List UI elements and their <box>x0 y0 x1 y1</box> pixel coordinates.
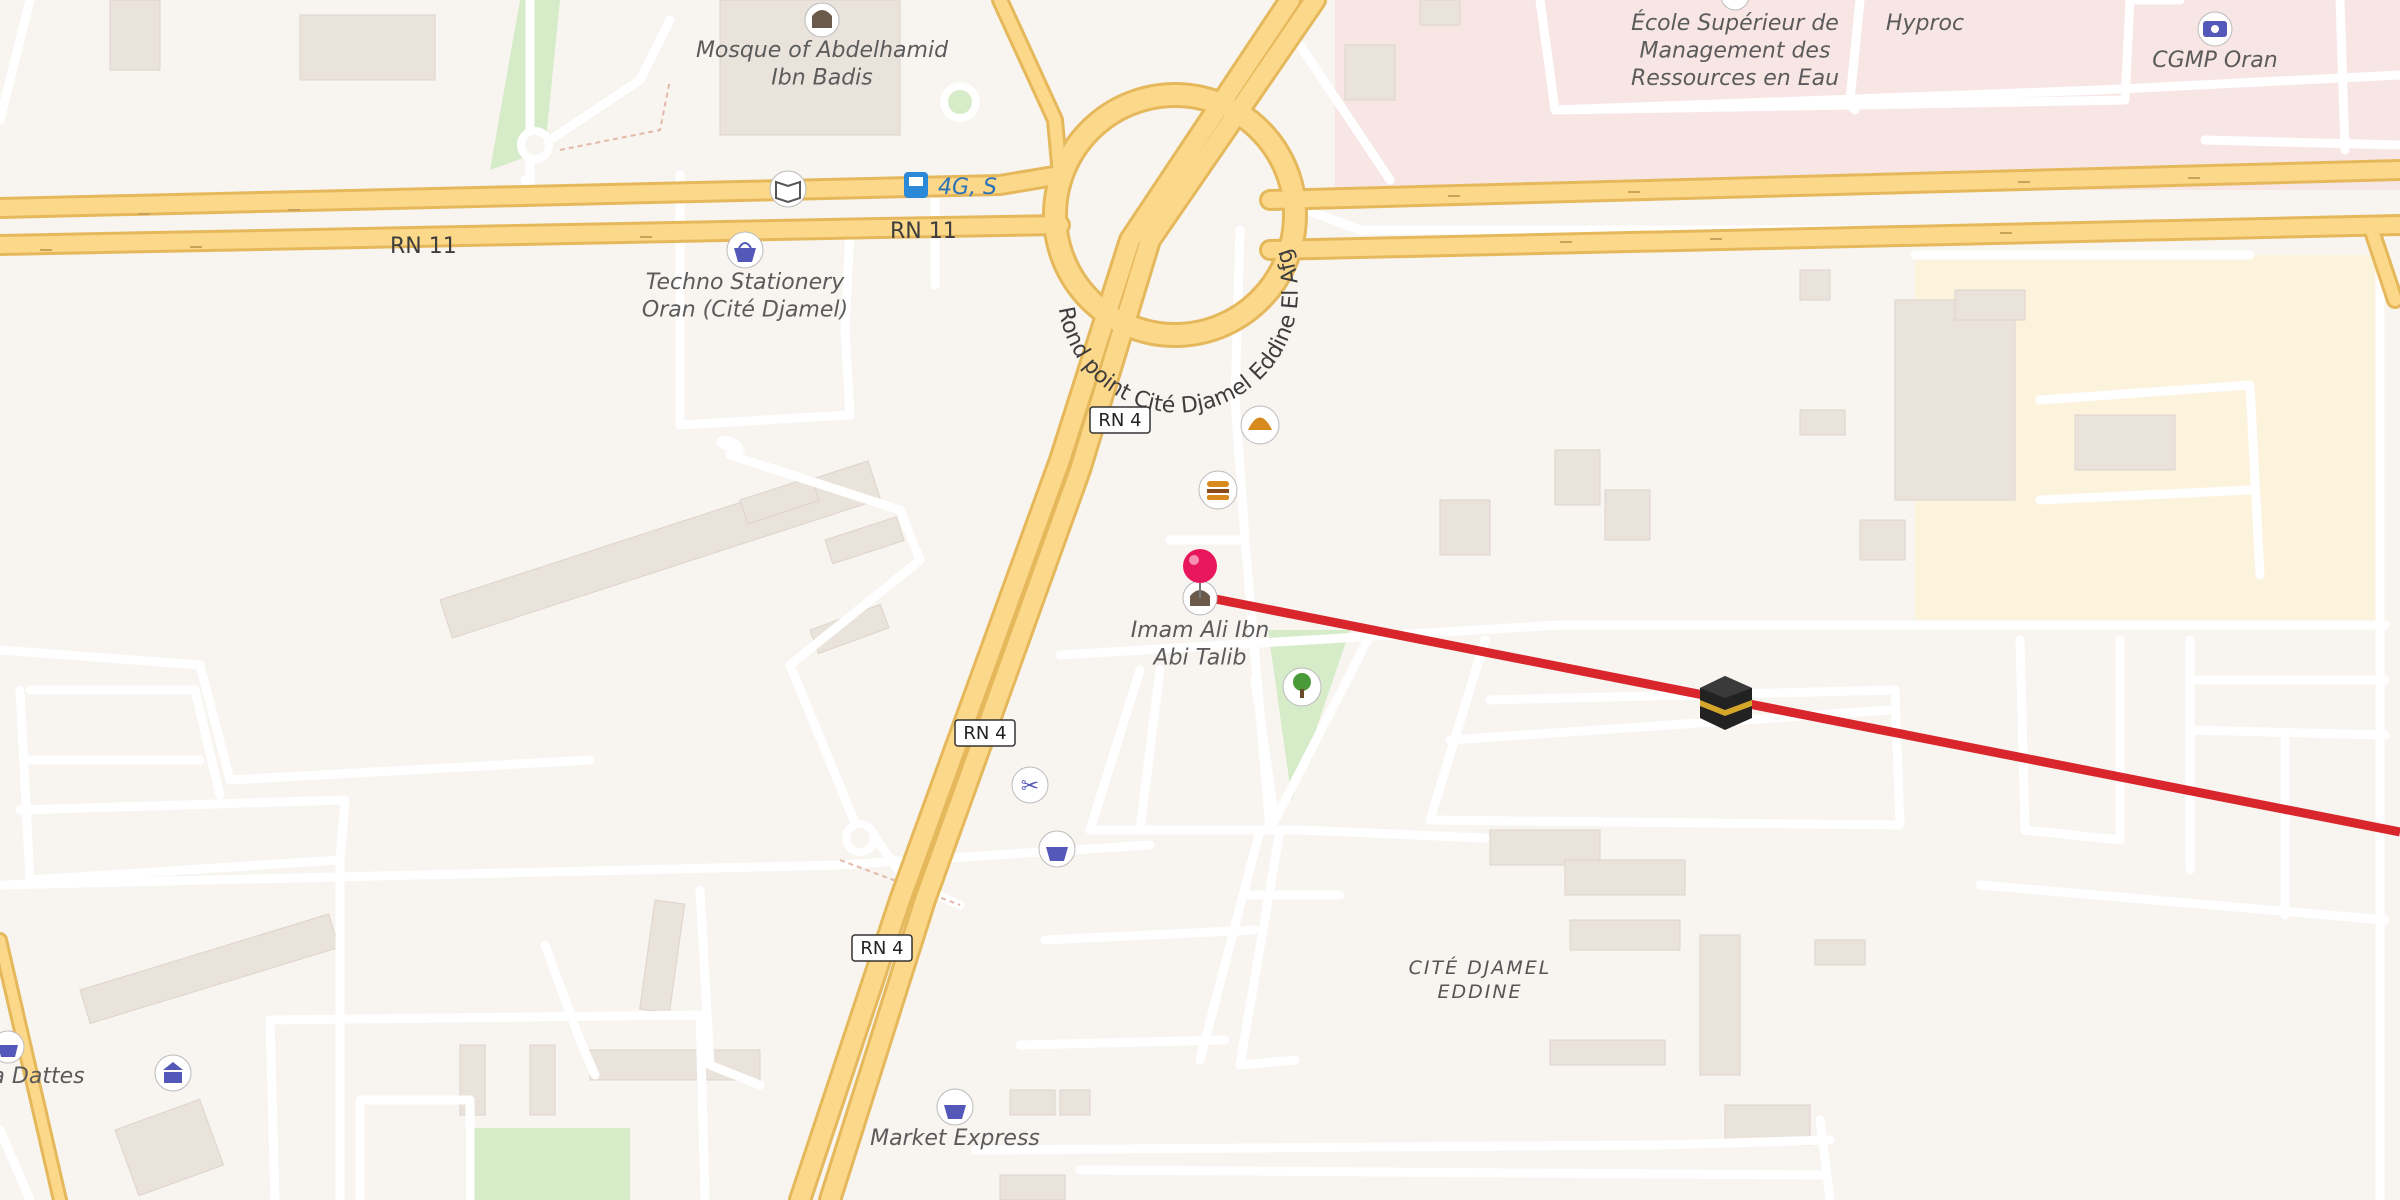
route-shield-rn4-1: RN 4 <box>1089 406 1151 434</box>
label-line: CITÉ DJAMEL <box>1409 956 1552 979</box>
poi-ecole[interactable]: École Supérieur de Management des Ressourc… <box>1631 0 1839 91</box>
poi-label: Market Express <box>870 1126 1040 1151</box>
route-line <box>1199 591 2400 837</box>
poi-label: CGMP Oran <box>2152 48 2277 73</box>
poi-park[interactable] <box>1282 667 1322 707</box>
poi-label: Hyproc <box>1886 11 1964 36</box>
label-line: Ibn Badis <box>771 66 873 91</box>
poi-bakery[interactable] <box>1240 405 1280 445</box>
small-roundabout <box>517 127 553 163</box>
label-line: EDDINE <box>1437 981 1522 1003</box>
poi-dattes[interactable]: a Dattes <box>0 1030 85 1089</box>
label-line: Techno Stationery <box>646 270 845 295</box>
poi-book[interactable] <box>769 170 807 208</box>
label-line: Management des <box>1640 39 1831 64</box>
district-label: CITÉ DJAMEL EDDINE <box>1409 956 1552 1003</box>
label-line: Abi Talib <box>1152 646 1247 671</box>
poi-label: a Dattes <box>0 1064 85 1089</box>
poi-label: École Supérieur de Management des Ressourc… <box>1631 10 1839 91</box>
pin-icon <box>1183 549 1217 583</box>
road-label-rn11-a: RN 11 <box>390 234 457 259</box>
park-area-2 <box>1268 630 1350 800</box>
poi-label: Techno Stationery Oran (Cité Djamel) <box>642 270 848 323</box>
poi-shop[interactable] <box>1038 830 1076 868</box>
poi-bus-stop[interactable]: 4G, S <box>904 172 997 200</box>
sports-field <box>465 1128 630 1200</box>
poi-hyproc[interactable]: Hyproc <box>1886 11 1964 36</box>
bus-stop-label: 4G, S <box>938 175 997 200</box>
label-line: Mosque of Abdelhamid <box>696 38 949 63</box>
footpath <box>559 79 671 151</box>
road-label-rn11-b: RN 11 <box>890 219 957 244</box>
label-line: Ressources en Eau <box>1631 66 1839 91</box>
label-line: Oran (Cité Djamel) <box>642 298 848 323</box>
label-line: Imam Ali Ibn <box>1131 618 1270 643</box>
svg-text:✂: ✂ <box>1021 774 1039 799</box>
small-roundabout-2 <box>842 820 878 856</box>
route-shield-rn4-2: RN 4 <box>954 719 1016 747</box>
poi-hairdresser[interactable]: ✂ <box>1011 766 1049 804</box>
map-canvas[interactable]: RN 11 RN 11 Rond point Cité Djamel Eddin… <box>0 0 2400 1200</box>
poi-techno-stationery[interactable]: Techno Stationery Oran (Cité Djamel) <box>642 231 848 323</box>
route-shield-rn4-3: RN 4 <box>851 934 913 962</box>
poi-fast-food[interactable] <box>1198 470 1238 510</box>
small-roundabout-3 <box>940 82 980 122</box>
svg-text:RN 4: RN 4 <box>860 938 903 959</box>
label-line: École Supérieur de <box>1631 10 1839 36</box>
svg-text:RN 4: RN 4 <box>1098 410 1141 431</box>
poi-museum[interactable] <box>154 1054 192 1092</box>
svg-text:RN 4: RN 4 <box>963 723 1006 744</box>
